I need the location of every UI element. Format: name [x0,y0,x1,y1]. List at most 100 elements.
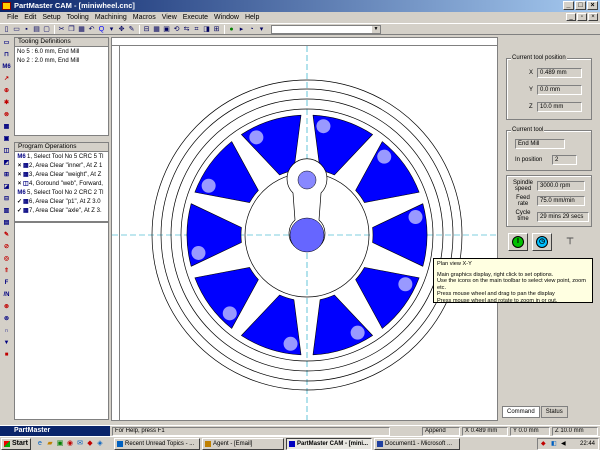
solid-icon[interactable]: ◨ [202,25,211,34]
mdi-close-button[interactable]: × [588,13,598,21]
rect-tool-icon[interactable]: ▭ [1,38,12,48]
tool-item[interactable]: No 5 : 6.0 mm, End Mill [15,47,108,56]
comment-tool-icon[interactable]: ⊛ [1,302,12,312]
operation-item[interactable]: M6 1, Select Tool No 5 CRC 5 Tl [15,152,108,161]
sub-tool-icon[interactable]: ⊚ [1,314,12,324]
start-button[interactable]: Start [1,438,31,450]
move-tool-icon[interactable]: ↗ [1,74,12,84]
zoom-icon[interactable]: Q [97,25,106,34]
cross-tool-icon[interactable]: ✱ [1,98,12,108]
minimize-button[interactable]: _ [563,1,574,10]
task-forum[interactable]: Recent Unread Topics - ... [114,438,200,450]
stop-tool-icon[interactable]: ⊘ [1,242,12,252]
paste-icon[interactable]: ▦ [77,25,86,34]
save-icon[interactable]: ▪ [22,25,31,34]
contour-tool-icon[interactable]: ◩ [1,158,12,168]
menu-machining[interactable]: Machining [92,12,130,23]
desktop-icon[interactable]: ▣ [56,440,64,448]
tab-command[interactable]: Command [502,406,540,418]
drill-tool-icon[interactable]: ⊓ [1,50,12,60]
note-tool-icon[interactable]: ✎ [1,230,12,240]
tray-icon[interactable]: ◆ [541,439,546,449]
graphics-viewport[interactable] [111,37,498,421]
flip-icon[interactable]: ⇆ [182,25,191,34]
target-tool-icon[interactable]: ⊕ [1,86,12,96]
operations-list-area[interactable] [14,222,109,420]
mdi-restore-button[interactable]: ▫ [577,13,587,21]
layer-icon[interactable]: ▣ [162,25,171,34]
operation-item[interactable]: M6 5, Select Tool No 2 CRC 2 Tl [15,188,108,197]
print-icon[interactable]: ▤ [32,25,41,34]
new-icon[interactable]: ▯ [2,25,11,34]
step-icon[interactable]: ◔ [247,25,256,34]
operation-item[interactable]: ✓ ▦ 6, Area Clear "p1", At Z 3.0 [15,197,108,206]
pocket-tool-icon[interactable]: ▣ [1,134,12,144]
area-tool-icon[interactable]: ▦ [1,122,12,132]
info-icon[interactable]: ● [227,25,236,34]
copy-icon[interactable]: ❐ [67,25,76,34]
menu-window[interactable]: Window [211,12,242,23]
measure-icon[interactable]: ⊞ [212,25,221,34]
mail-icon[interactable]: ✉ [76,440,84,448]
cycle-tool-icon[interactable]: ⊗ [1,110,12,120]
loop-tool-icon[interactable]: ∩ [1,326,12,336]
rotate-icon[interactable]: ⟲ [172,25,181,34]
task-partmaster[interactable]: PartMaster CAM - [mini... [286,438,372,450]
toolbar-combo[interactable]: ▼ [271,24,381,34]
point-icon[interactable]: ▾ [257,25,266,34]
wheel-drawing[interactable] [112,38,498,421]
slot-tool-icon[interactable]: ⊞ [1,170,12,180]
face-tool-icon[interactable]: ▤ [1,218,12,228]
tap-button[interactable]: ⊤ [560,233,580,251]
m6-tool-icon[interactable]: M6 [1,62,12,72]
fit-icon[interactable]: ▾ [107,25,116,34]
wire-icon[interactable]: ⌗ [192,25,201,34]
menu-execute[interactable]: Execute [180,12,211,23]
maximize-button[interactable]: □ [575,1,586,10]
menu-edit[interactable]: Edit [21,12,39,23]
folder-icon[interactable]: ▰ [46,440,54,448]
undo-icon[interactable]: ↶ [87,25,96,34]
chevron-down-icon[interactable]: ▼ [372,25,380,33]
network-icon[interactable]: ◧ [551,439,557,449]
f-tool-icon[interactable]: F [1,278,12,288]
operation-item[interactable]: × ▦ 3, Area Clear "weight", At Z [15,170,108,179]
arrow-tool-icon[interactable]: ⇑ [1,266,12,276]
cut-icon[interactable]: ✂ [57,25,66,34]
menu-macros[interactable]: Macros [130,12,159,23]
tool-item[interactable]: No 2 : 2.0 mm, End Mill [15,56,108,65]
circle-tool-icon[interactable]: ◎ [1,254,12,264]
operation-item[interactable]: ✓ ▦ 7, Area Clear "axle", At Z 3. [15,206,108,215]
volume-icon[interactable]: ◀ [561,439,566,449]
menu-view[interactable]: View [159,12,180,23]
menu-tooling[interactable]: Tooling [64,12,92,23]
app-launch-icon[interactable]: ◆ [86,440,94,448]
app-launch-icon-2[interactable]: ◈ [96,440,104,448]
mdi-minimize-button[interactable]: _ [566,13,576,21]
timer-button[interactable]: ◷ [532,233,552,251]
close-button[interactable]: × [587,1,598,10]
tab-status[interactable]: Status [540,406,568,418]
checkbox-checked-icon[interactable]: ✓ [17,208,22,214]
n-tool-icon[interactable]: /N [1,290,12,300]
grid-icon[interactable]: ▦ [152,25,161,34]
profile-tool-icon[interactable]: ◫ [1,146,12,156]
edit-icon[interactable]: ✎ [127,25,136,34]
media-icon[interactable]: ◉ [66,440,74,448]
preview-icon[interactable]: ▢ [42,25,51,34]
task-word[interactable]: Document1 - Microsoft ... [374,438,460,450]
view-icon[interactable]: ⊟ [142,25,151,34]
window-titlebar[interactable]: PartMaster CAM - [miniwheel.cnc] _ □ × [0,0,600,12]
open-icon[interactable]: ▭ [12,25,21,34]
pan-icon[interactable]: ✥ [117,25,126,34]
helix-tool-icon[interactable]: ◪ [1,182,12,192]
menu-help[interactable]: Help [242,12,262,23]
menu-setup[interactable]: Setup [39,12,63,23]
operation-item[interactable]: × ▦ 2, Area Clear "inner", At Z 1 [15,161,108,170]
task-agent[interactable]: Agent - [Email] [202,438,284,450]
ie-icon[interactable]: e [36,440,44,448]
menu-file[interactable]: File [4,12,21,23]
thread-tool-icon[interactable]: ▥ [1,206,12,216]
checkbox-checked-icon[interactable]: ✓ [17,199,22,205]
engrave-tool-icon[interactable]: ⊟ [1,194,12,204]
